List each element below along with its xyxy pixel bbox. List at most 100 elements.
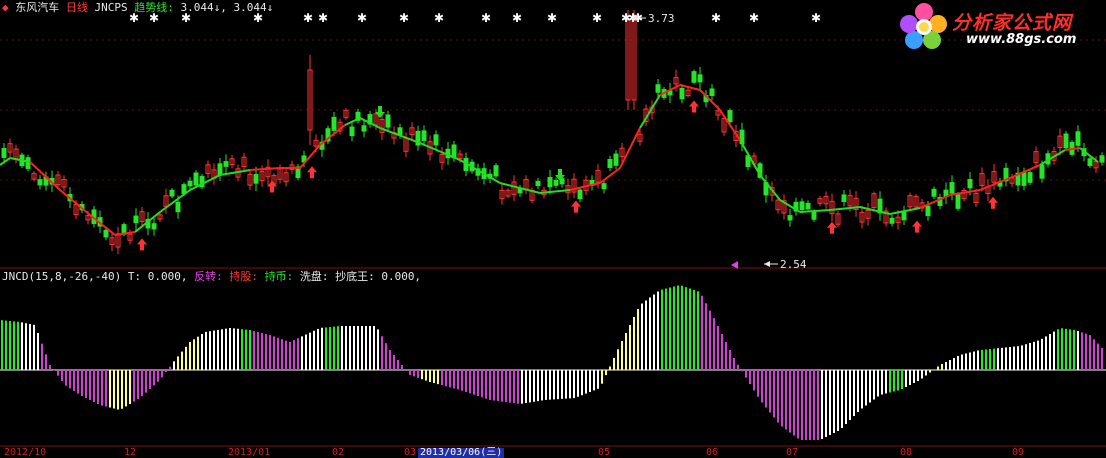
candle-body (349, 126, 355, 137)
candle-body (1075, 131, 1081, 146)
star-icon: ✱ (434, 11, 444, 25)
candle-body (535, 180, 541, 186)
candle-body (253, 174, 259, 184)
candle-body (577, 189, 583, 200)
star-icon: ✱ (318, 11, 328, 25)
star-icon: ✱ (357, 11, 367, 25)
candle-body (805, 202, 811, 210)
indicator-params[interactable]: JNCD(15,8,-26,-40) (2, 270, 121, 283)
candle-body (1, 148, 7, 158)
site-logo: 分析家公式网 www.88gs.com (898, 2, 1098, 52)
trend-segment (639, 94, 661, 129)
candle-body (709, 88, 715, 96)
trend-segment (0, 157, 11, 166)
low-price-label: 2.54 (780, 258, 807, 271)
star-icon: ✱ (399, 11, 409, 25)
star-icon: ✱ (481, 11, 491, 25)
candle-body (331, 116, 337, 131)
trend-line (0, 84, 1099, 236)
high-price-label: 3.73 (648, 12, 675, 25)
candle-body (601, 183, 607, 190)
date-axis: 2012/10 12 2013/01 02 03 2013/03/06(三) 0… (0, 448, 1106, 458)
candle-body (841, 194, 847, 202)
candle-body (547, 177, 553, 188)
candle-body (679, 88, 685, 100)
candle-body (955, 194, 961, 209)
reversal-label: 反转: (194, 270, 223, 283)
date-label: 09 (1012, 447, 1025, 458)
star-icon: ✱ (811, 11, 821, 25)
candle-body (607, 159, 613, 168)
candle-body (949, 182, 955, 194)
up-arrow-icon (689, 100, 699, 113)
wash-label: 洗盘: (299, 270, 329, 283)
up-arrow-icon (912, 220, 922, 233)
candle-body (655, 84, 661, 93)
candle-body (385, 114, 391, 128)
date-label: 02 (332, 447, 345, 458)
period-label[interactable]: 日线 (66, 1, 88, 14)
star-icon: ✱ (592, 11, 602, 25)
candle-body (133, 215, 139, 224)
selected-date-label[interactable]: 2013/03/06(三) (418, 448, 505, 458)
candle-body (697, 74, 703, 83)
candle-body (931, 188, 937, 197)
candle-body (1021, 172, 1027, 186)
indicator-name[interactable]: JNCPS (95, 1, 128, 14)
candle-body (421, 130, 427, 141)
candle-body (727, 110, 733, 123)
t-value: T: 0.000, (127, 270, 188, 283)
date-label: 12 (124, 447, 137, 458)
candle-body (1039, 164, 1045, 179)
candle-body (811, 211, 817, 220)
trend-segment (759, 174, 781, 201)
trend-segment (59, 189, 91, 216)
candle-body (613, 153, 619, 166)
stock-name[interactable]: 东风汽车 (15, 1, 59, 14)
low-price-callout: 2.54 (764, 258, 807, 271)
chart-legend: ◆ 东风汽车 日线 JNCPS 趋势线: 3.044↓, 3.044↓ (2, 1, 273, 14)
candle-body (799, 201, 805, 210)
candle-body (433, 134, 439, 146)
date-label: 07 (786, 447, 799, 458)
date-label: 03 (404, 447, 417, 458)
trend-values: 3.044↓, 3.044↓ (180, 1, 274, 14)
up-arrow-icon (988, 196, 998, 209)
stock-chart[interactable]: ✱✱✱✱✱✱✱✱✱✱✱✱✱✱✱✱✱✱✱ 3.73 2.54 (0, 0, 1106, 458)
candle-body (397, 127, 403, 136)
date-label: 06 (706, 447, 719, 458)
hold-stock-label: 持股: (229, 270, 258, 283)
date-label: 2013/01 (228, 447, 271, 458)
date-label: 05 (598, 447, 611, 458)
candle-body (361, 125, 367, 132)
indicator-legend: JNCD(15,8,-26,-40) T: 0.000, 反转: 持股: 持币:… (2, 270, 421, 283)
stock-icon: ◆ (2, 1, 9, 14)
candle-body (1027, 172, 1033, 183)
date-label: 08 (900, 447, 913, 458)
candle-body (925, 205, 931, 217)
candle-body (187, 180, 193, 187)
trend-segment (799, 209, 831, 213)
date-label: 2012/10 (4, 447, 47, 458)
trend-label: 趋势线: (134, 1, 174, 14)
up-arrow-icon (137, 238, 147, 251)
candle-body (967, 179, 973, 189)
candle-body (25, 157, 31, 169)
candle-body (1087, 158, 1093, 167)
candle-body (37, 179, 43, 186)
flower-logo-icon (900, 3, 947, 49)
candle-body (217, 163, 223, 176)
star-icon: ✱ (303, 11, 313, 25)
trend-segment (249, 167, 281, 171)
candle-body (787, 215, 793, 221)
candle-body (175, 201, 181, 213)
trend-segment (219, 169, 251, 176)
star-icon: ✱ (547, 11, 557, 25)
star-icon: ✱ (749, 11, 759, 25)
logo-title: 分析家公式网 (952, 12, 1073, 34)
up-arrow-icon (571, 200, 581, 213)
candle-body (169, 189, 175, 197)
candle-body (493, 165, 499, 177)
hold-market-label: 持币: (264, 270, 294, 283)
indicator-histogram (1, 285, 1103, 440)
